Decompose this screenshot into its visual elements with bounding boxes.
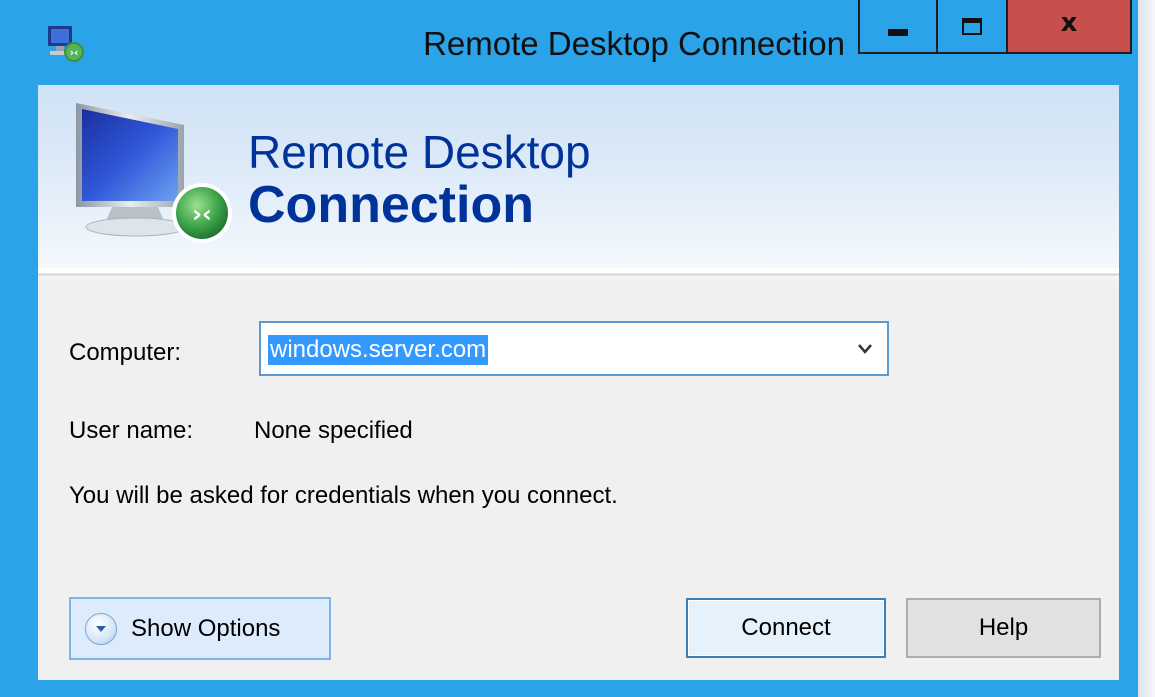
computer-combobox[interactable]: windows.server.com (259, 321, 889, 376)
banner-title-line1: Remote Desktop (248, 126, 591, 178)
computer-input-value[interactable]: windows.server.com (268, 335, 489, 365)
connect-button[interactable]: Connect (686, 598, 886, 658)
help-button[interactable]: Help (906, 598, 1101, 658)
chevron-down-icon[interactable] (853, 335, 877, 363)
minimize-button[interactable] (858, 0, 938, 54)
title-bar[interactable]: ›‹ Remote Desktop Connection x (0, 0, 1138, 85)
credentials-note: You will be asked for credentials when y… (69, 482, 618, 509)
remote-desktop-monitor-icon: ›‹ (76, 103, 232, 243)
show-options-button[interactable]: Show Options (69, 597, 331, 660)
computer-label: Computer: (69, 339, 182, 366)
close-button[interactable]: x (1006, 0, 1132, 54)
maximize-button[interactable] (936, 0, 1008, 54)
background-edge (1138, 0, 1155, 697)
header-banner: ›‹ Remote Desktop Connection (38, 85, 1119, 268)
window-title: Remote Desktop Connection (423, 25, 845, 62)
username-value: None specified (254, 417, 413, 444)
rdc-window: ›‹ Remote Desktop Connection x ›‹ Remote… (0, 0, 1138, 697)
show-options-label: Show Options (131, 614, 281, 642)
username-label: User name: (69, 417, 194, 444)
expand-chevron-icon (85, 612, 117, 645)
dialog-client-area: ›‹ Remote Desktop Connection Computer: w… (38, 85, 1119, 680)
close-icon: x (1060, 8, 1078, 38)
maximize-icon (962, 17, 982, 35)
banner-divider (38, 268, 1119, 282)
banner-title-line2: Connection (248, 176, 534, 234)
svg-text:›‹: ›‹ (192, 200, 212, 228)
minimize-icon (888, 28, 908, 36)
